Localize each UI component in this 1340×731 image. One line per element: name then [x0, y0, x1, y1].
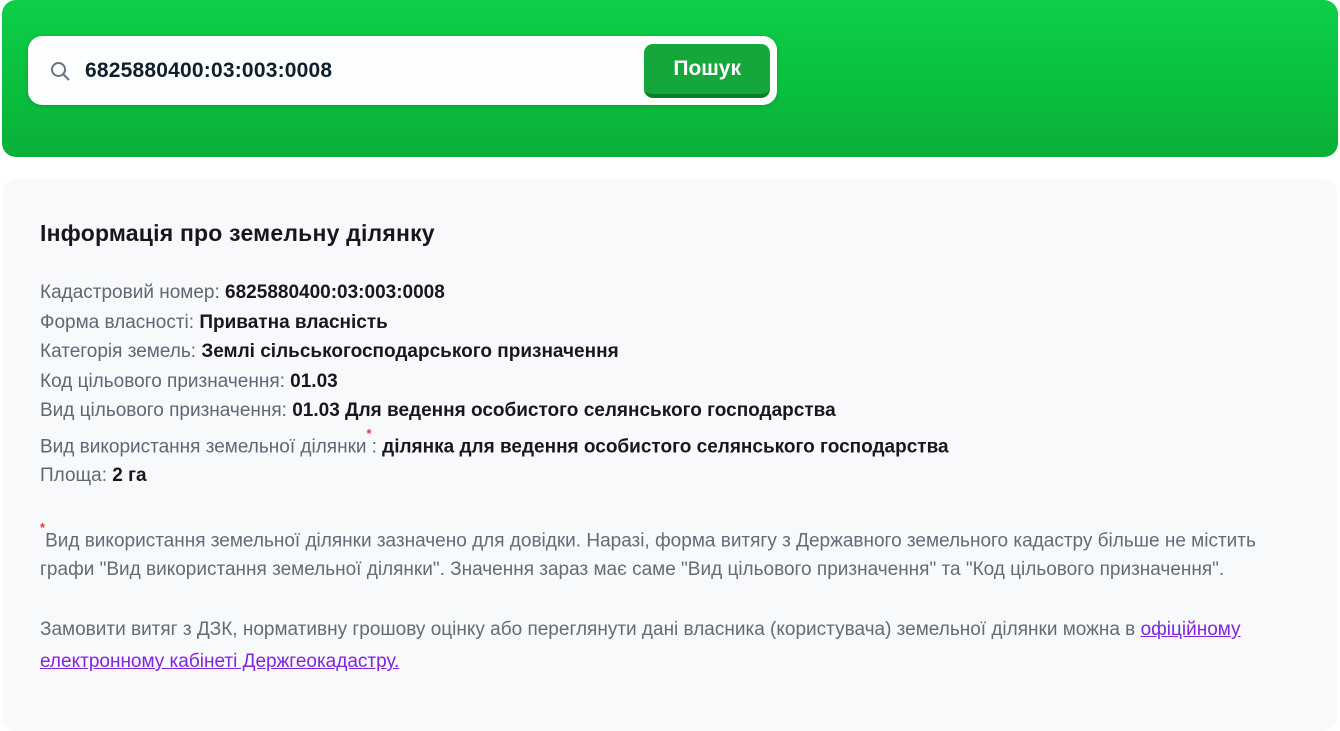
- field-label: Форма власності:: [40, 312, 199, 333]
- field-row-ownership-form: Форма власності: Приватна власність: [40, 308, 1299, 338]
- asterisk-marker: *: [367, 426, 372, 441]
- field-label: Площа:: [40, 465, 112, 486]
- field-row-purpose-code: Код цільового призначення: 01.03: [40, 367, 1299, 397]
- search-button[interactable]: Пошук: [644, 44, 770, 98]
- field-value: ділянка для ведення особистого селянсько…: [382, 436, 948, 457]
- field-row-land-category: Категорія земель: Землі сільськогосподар…: [40, 337, 1299, 367]
- field-label: Категорія земель:: [40, 341, 201, 362]
- field-label: Вид цільового призначення:: [40, 400, 292, 421]
- field-row-purpose-type: Вид цільового призначення: 01.03 Для вед…: [40, 396, 1299, 426]
- field-value: 6825880400:03:003:0008: [225, 282, 445, 303]
- header-banner: Пошук: [2, 0, 1338, 157]
- field-label: Вид використання земельної ділянки: [40, 436, 367, 457]
- field-row-area: Площа: 2 га: [40, 461, 1299, 491]
- footnote-asterisk: *: [40, 520, 45, 535]
- order-text: Замовити витяг з ДЗК, нормативну грошову…: [40, 619, 1141, 640]
- field-value: Землі сільськогосподарського призначення: [201, 341, 618, 362]
- order-info: Замовити витяг з ДЗК, нормативну грошову…: [40, 614, 1299, 678]
- search-input[interactable]: [83, 58, 644, 84]
- field-row-cadastral-number: Кадастровий номер: 6825880400:03:003:000…: [40, 278, 1299, 308]
- footnote-text: Вид використання земельної ділянки зазна…: [40, 530, 1256, 580]
- search-bar: Пошук: [28, 36, 777, 105]
- field-value: Приватна власність: [199, 312, 388, 333]
- field-label: Кадастровий номер:: [40, 282, 225, 303]
- search-icon: [48, 59, 72, 83]
- page-title: Інформація про земельну ділянку: [40, 220, 1299, 247]
- field-value: 2 га: [112, 465, 146, 486]
- info-card: Інформація про земельну ділянку Кадастро…: [3, 179, 1337, 731]
- footnote: *Вид використання земельної ділянки зазн…: [40, 520, 1299, 584]
- field-colon: :: [372, 436, 383, 457]
- field-value: 01.03: [290, 371, 338, 392]
- field-row-usage-type: Вид використання земельної ділянки*: діл…: [40, 426, 1299, 462]
- field-label: Код цільового призначення:: [40, 371, 290, 392]
- field-value: 01.03 Для ведення особистого селянського…: [292, 400, 835, 421]
